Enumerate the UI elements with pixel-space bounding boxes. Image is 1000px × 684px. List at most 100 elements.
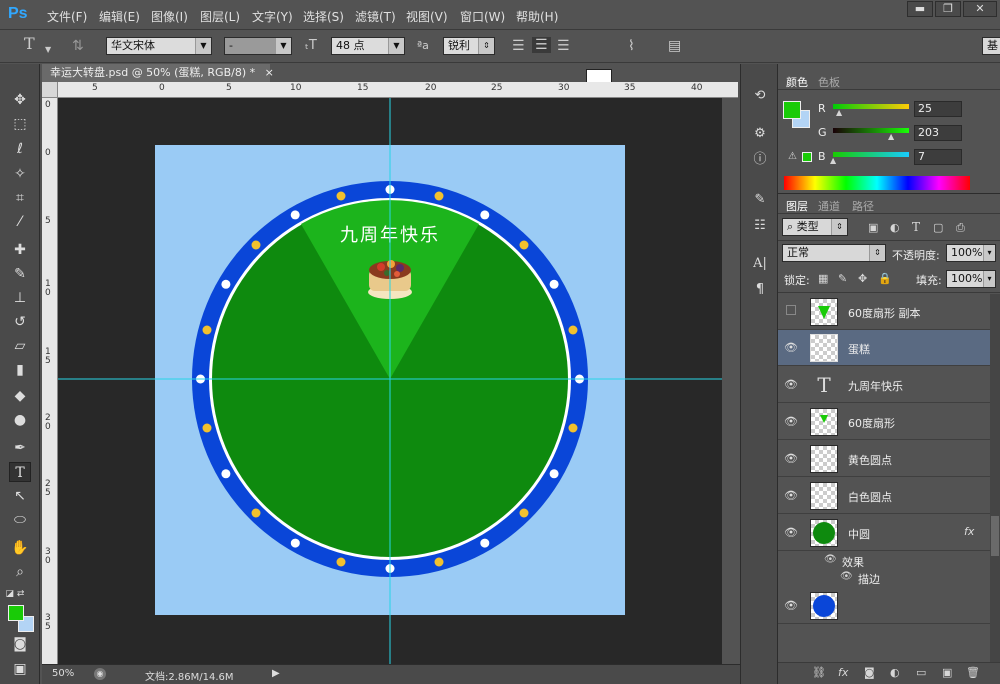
- blur-tool-icon[interactable]: ◆: [9, 386, 31, 406]
- blue-slider[interactable]: [833, 152, 909, 157]
- navigator-panel-icon[interactable]: ⚙: [750, 124, 770, 144]
- layers-scrollbar[interactable]: [990, 294, 1000, 664]
- red-value-input[interactable]: 25: [914, 101, 962, 117]
- workspace-button[interactable]: 基: [982, 37, 1000, 55]
- eye-icon[interactable]: 👁: [784, 452, 798, 466]
- dodge-tool-icon[interactable]: ●: [9, 410, 31, 430]
- eye-icon[interactable]: 👁: [784, 526, 798, 540]
- info-panel-icon[interactable]: ⓘ: [750, 150, 770, 170]
- font-family-select[interactable]: 华文宋体 ▼: [106, 37, 212, 55]
- blend-mode-select[interactable]: 正常 ⇕: [782, 244, 886, 262]
- link-layers-icon[interactable]: ⛓: [812, 666, 826, 679]
- new-layer-icon[interactable]: ▣: [942, 666, 952, 679]
- document-tab[interactable]: 幸运大转盘.psd @ 50% (蛋糕, RGB/8) * ×: [42, 64, 274, 82]
- eye-icon[interactable]: 👁: [784, 489, 798, 503]
- zoom-level[interactable]: 50%: [52, 668, 74, 679]
- healing-brush-tool-icon[interactable]: ✚: [9, 240, 31, 260]
- menu-view[interactable]: 视图(V): [406, 8, 448, 25]
- effects-row[interactable]: 👁 效果: [778, 552, 990, 570]
- layer-row[interactable]: 👁 中圆 fx: [778, 515, 990, 551]
- tab-channels[interactable]: 通道: [818, 198, 840, 214]
- filter-shape-icon[interactable]: ▢: [933, 221, 943, 234]
- eraser-tool-icon[interactable]: ▱: [9, 336, 31, 356]
- tab-color[interactable]: 颜色: [786, 74, 808, 90]
- red-slider[interactable]: [833, 104, 909, 109]
- slider-thumb[interactable]: ▲: [836, 108, 842, 117]
- foreground-color-swatch[interactable]: [783, 101, 801, 119]
- delete-layer-icon[interactable]: 🗑: [966, 666, 980, 679]
- menu-layer[interactable]: 图层(L): [200, 8, 240, 25]
- status-menu-arrow[interactable]: ▶: [272, 668, 280, 679]
- menu-type[interactable]: 文字(Y): [252, 8, 293, 25]
- tab-paths[interactable]: 路径: [852, 198, 874, 214]
- lock-position-icon[interactable]: ✥: [858, 272, 867, 285]
- eye-icon[interactable]: 👁: [840, 571, 853, 582]
- minimize-button[interactable]: ▬: [907, 1, 933, 17]
- tab-layers[interactable]: 图层: [786, 198, 808, 214]
- move-tool-icon[interactable]: ✥: [9, 90, 31, 110]
- layer-row[interactable]: 👁 蛋糕: [778, 330, 990, 366]
- green-slider[interactable]: [833, 128, 909, 133]
- eye-icon[interactable]: 👁: [784, 415, 798, 429]
- stroke-effect-row[interactable]: 👁 描边: [778, 569, 990, 587]
- slider-thumb[interactable]: ▲: [888, 132, 894, 141]
- history-panel-icon[interactable]: ⟲: [750, 86, 770, 106]
- magic-wand-tool-icon[interactable]: ✧: [9, 164, 31, 184]
- warp-text-icon[interactable]: ⌇: [628, 39, 635, 53]
- menu-file[interactable]: 文件(F): [47, 8, 87, 25]
- character-panel-icon[interactable]: A|: [750, 254, 770, 274]
- eye-icon[interactable]: 👁: [784, 599, 798, 613]
- menu-filter[interactable]: 滤镜(T): [355, 8, 396, 25]
- screen-mode-icon[interactable]: ▣: [9, 659, 31, 679]
- type-tool-icon[interactable]: T: [9, 462, 31, 482]
- antialias-select[interactable]: 锐利 ⇕: [443, 37, 495, 55]
- web-safe-swatch[interactable]: [802, 152, 812, 162]
- close-button[interactable]: ✕: [963, 1, 997, 17]
- gradient-tool-icon[interactable]: ▮: [9, 360, 31, 380]
- visibility-toggle[interactable]: [784, 305, 798, 319]
- menu-edit[interactable]: 编辑(E): [99, 8, 140, 25]
- adjustments-panel-icon[interactable]: ☷: [750, 216, 770, 236]
- hand-tool-icon[interactable]: ✋: [9, 538, 31, 558]
- layer-row[interactable]: 60度扇形 副本: [778, 294, 990, 330]
- eye-icon[interactable]: 👁: [784, 341, 798, 355]
- vertical-ruler[interactable]: 0 0 5 1 0 1 5 2 0 2 5 3 0 3 5: [42, 98, 58, 664]
- align-left-icon[interactable]: ☰: [512, 39, 525, 53]
- paragraph-panel-icon[interactable]: ¶: [750, 280, 770, 300]
- crop-tool-icon[interactable]: ⌗: [9, 188, 31, 208]
- type-tool-preset-icon[interactable]: T: [24, 36, 35, 52]
- layer-row[interactable]: 👁 黄色圆点: [778, 441, 990, 477]
- brush-presets-icon[interactable]: ✎: [750, 190, 770, 210]
- text-orientation-icon[interactable]: ⇅: [72, 39, 84, 53]
- eyedropper-tool-icon[interactable]: ⁄: [9, 212, 31, 232]
- layer-row[interactable]: 👁 60度扇形: [778, 404, 990, 440]
- pen-tool-icon[interactable]: ✒: [9, 438, 31, 458]
- path-selection-tool-icon[interactable]: ↖: [9, 486, 31, 506]
- history-brush-tool-icon[interactable]: ↺: [9, 312, 31, 332]
- eye-icon[interactable]: 👁: [824, 554, 837, 565]
- horizontal-ruler[interactable]: 5 0 5 10 15 20 25 30 35 40: [58, 82, 738, 98]
- green-value-input[interactable]: 203: [914, 125, 962, 141]
- new-adjustment-icon[interactable]: ◐: [890, 666, 900, 679]
- character-panel-icon[interactable]: ▤: [668, 39, 681, 53]
- layer-row[interactable]: 👁: [778, 588, 990, 624]
- chevron-down-icon[interactable]: ▼: [45, 43, 51, 57]
- menu-select[interactable]: 选择(S): [303, 8, 344, 25]
- font-style-select[interactable]: - ▼: [224, 37, 292, 55]
- opacity-input[interactable]: 100% ▾: [946, 244, 996, 262]
- filter-type-icon[interactable]: T: [912, 220, 920, 234]
- lasso-tool-icon[interactable]: ℓ: [9, 139, 31, 159]
- layer-row[interactable]: 👁 T 九周年快乐: [778, 367, 990, 403]
- clone-stamp-tool-icon[interactable]: ⊥: [9, 288, 31, 308]
- add-mask-icon[interactable]: ◙: [864, 666, 875, 679]
- tab-swatches[interactable]: 色板: [818, 74, 840, 90]
- eye-icon[interactable]: 👁: [784, 378, 798, 392]
- layer-filter-select[interactable]: ⌕ 类型 ⇕: [782, 218, 848, 236]
- default-colors-icon[interactable]: ◪ ⇄: [4, 584, 26, 604]
- align-right-icon[interactable]: ☰: [557, 39, 570, 53]
- layer-row[interactable]: 👁 白色圆点: [778, 478, 990, 514]
- menu-window[interactable]: 窗口(W): [460, 8, 505, 25]
- fill-input[interactable]: 100% ▾: [946, 270, 996, 288]
- menu-help[interactable]: 帮助(H): [516, 8, 558, 25]
- lock-all-icon[interactable]: 🔒: [878, 272, 892, 285]
